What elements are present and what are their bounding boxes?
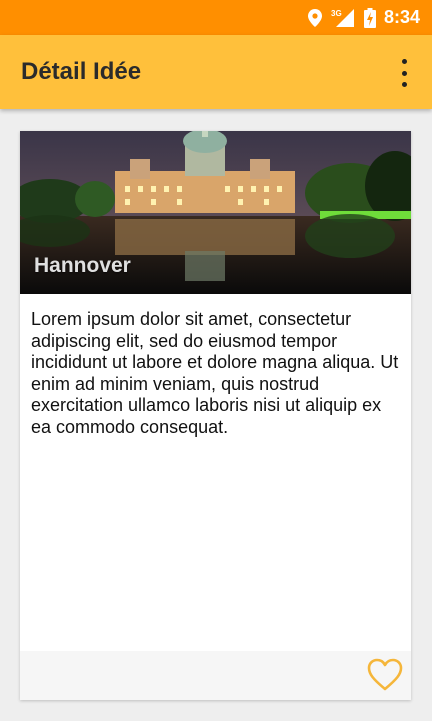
status-time: 8:34 xyxy=(383,7,420,27)
image-caption: Hannover xyxy=(34,254,131,277)
heart-outline-icon xyxy=(367,658,403,691)
overflow-menu-icon[interactable] xyxy=(396,59,412,87)
favorite-button[interactable] xyxy=(367,658,403,692)
idea-description: Lorem ipsum dolor sit amet, consectetur … xyxy=(31,309,399,437)
app-toolbar: Détail Idée xyxy=(0,35,432,109)
idea-image: Hannover xyxy=(20,131,411,294)
page-title: Détail Idée xyxy=(21,58,142,85)
menu-dot xyxy=(401,70,407,76)
battery-charging-icon xyxy=(363,7,376,28)
status-bar: 3G 8:34 xyxy=(0,0,432,35)
idea-card: Hannover Lorem ipsum dolor sit amet, con… xyxy=(20,131,411,700)
cellular-signal-icon: 3G xyxy=(330,8,356,28)
network-type-label: 3G xyxy=(331,9,342,18)
menu-dot xyxy=(401,82,407,87)
location-icon xyxy=(307,8,322,27)
menu-dot xyxy=(401,59,407,64)
card-footer xyxy=(20,651,411,700)
